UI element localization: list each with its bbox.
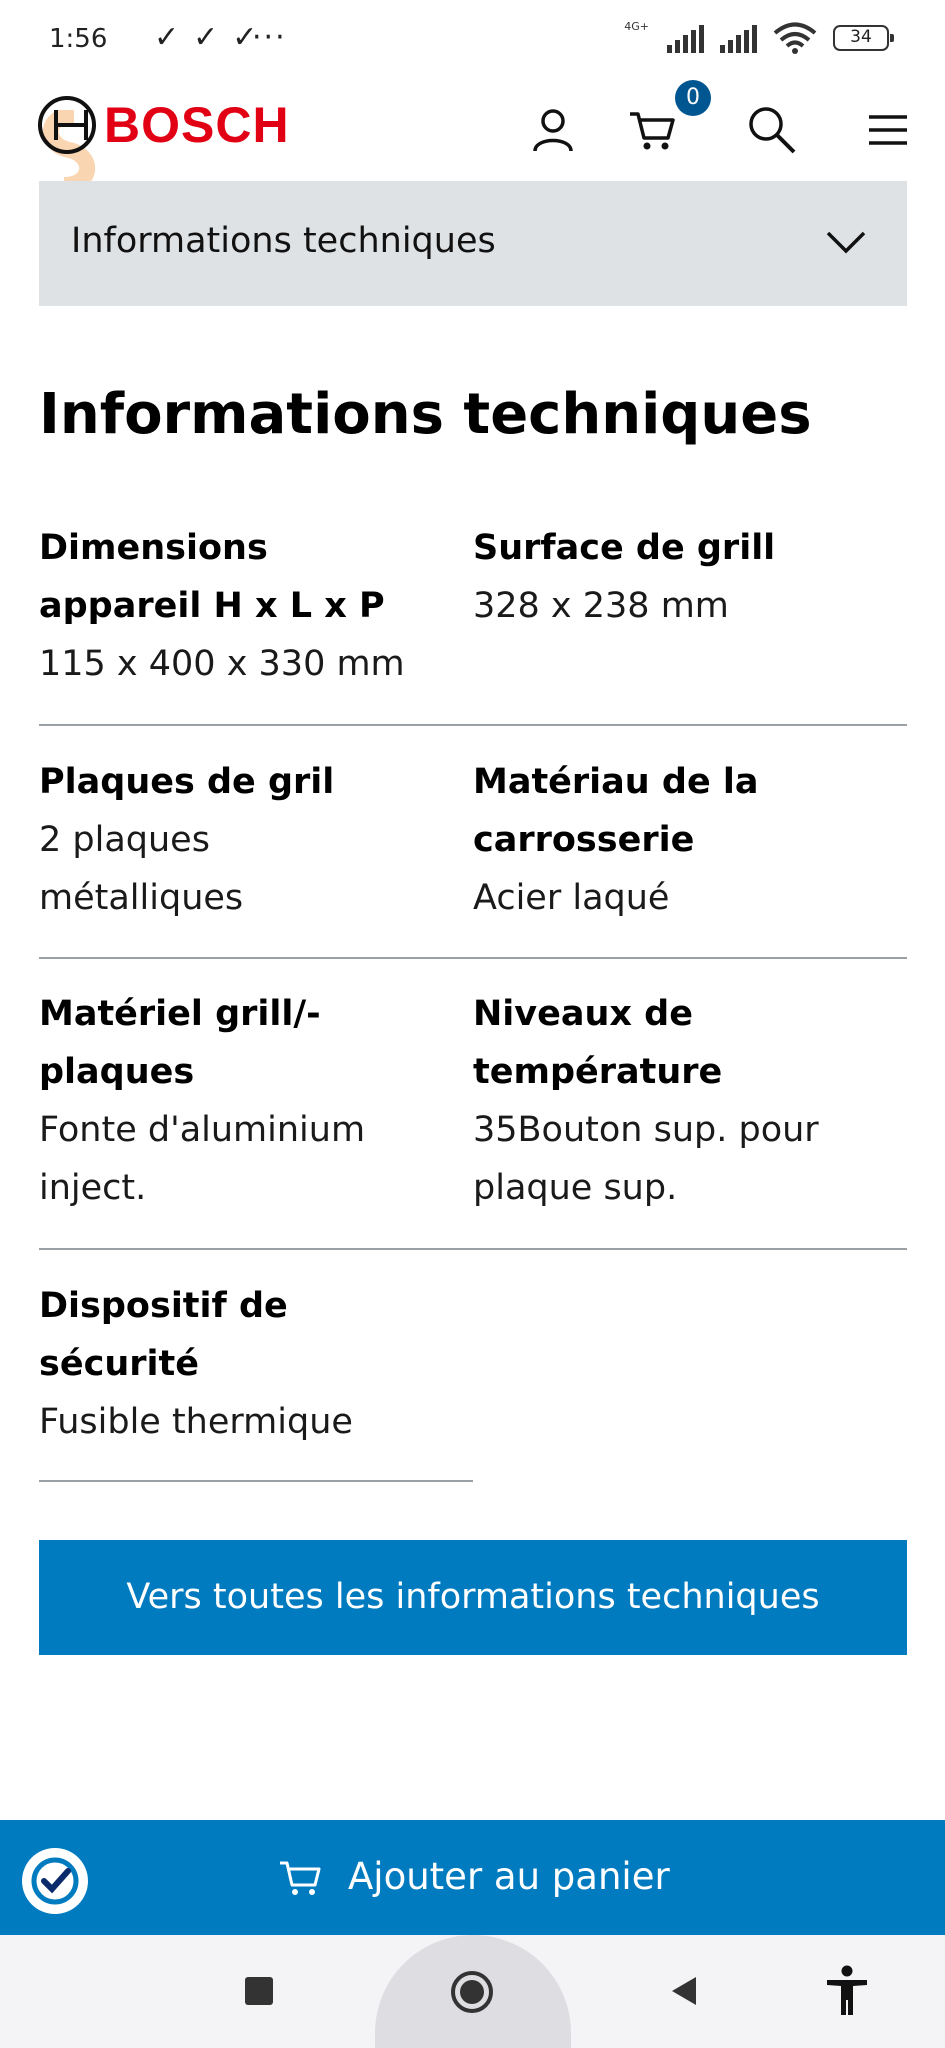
section-title: Informations techniques — [39, 382, 812, 447]
divider — [39, 1248, 907, 1250]
spec-label: Plaques de gril — [39, 762, 335, 802]
spec-item: Matériel grill/-plaques Fonte d'aluminiu… — [39, 985, 439, 1217]
spec-label: Matériau de la carrosserie — [473, 762, 759, 860]
more-notifications-icon: ··· — [252, 20, 287, 55]
spec-item: Matériau de la carrosserie Acier laqué — [473, 753, 813, 927]
wifi-icon — [773, 22, 817, 54]
spec-value: 2 plaques métalliques — [39, 820, 244, 918]
sticky-add-to-cart-bar[interactable]: Ajouter au panier — [0, 1820, 945, 1935]
notification-icons: ✓ ✓ ✓ — [154, 20, 257, 55]
divider — [39, 1480, 473, 1482]
accessibility-icon[interactable] — [824, 1965, 870, 2017]
add-to-cart-label: Ajouter au panier — [348, 1855, 670, 1898]
battery-icon: 34 — [833, 25, 894, 51]
cart-icon[interactable] — [622, 100, 682, 160]
spec-value: 115 x 400 x 330 mm — [39, 644, 405, 684]
status-time: 1:56 — [49, 24, 108, 54]
bosch-logo[interactable]: BOSCH — [38, 96, 290, 154]
check-icon: ✓ — [193, 20, 219, 55]
spec-value: Fonte d'aluminium inject. — [39, 1110, 366, 1208]
shield-check-icon[interactable] — [22, 1848, 88, 1914]
spec-label: Dispositif de sécurité — [39, 1286, 288, 1384]
spec-value: Fusible thermique — [39, 1402, 353, 1442]
signal-icon-2 — [720, 23, 757, 53]
network-type-label: 4G+ — [624, 19, 649, 33]
tech-info-accordion[interactable]: Informations techniques — [39, 181, 907, 306]
search-icon[interactable] — [742, 100, 802, 160]
back-icon[interactable] — [668, 1975, 700, 2007]
all-tech-info-button[interactable]: Vers toutes les informations techniques — [39, 1540, 907, 1655]
chevron-down-icon — [826, 231, 866, 254]
divider — [39, 957, 907, 959]
cart-count-badge: 0 — [675, 80, 711, 116]
accordion-title: Informations techniques — [71, 221, 496, 261]
check-icon: ✓ — [154, 20, 180, 55]
spec-value: 328 x 238 mm — [473, 586, 729, 626]
spec-item: Plaques de gril 2 plaques métalliques — [39, 753, 379, 927]
bosch-armature-icon — [38, 96, 96, 154]
divider — [39, 724, 907, 726]
spec-label: Surface de grill — [473, 528, 776, 568]
home-icon[interactable] — [450, 1970, 494, 2014]
system-nav-bar — [0, 1935, 945, 2048]
cart-icon — [280, 1861, 321, 1895]
spec-value: 35Bouton sup. pour plaque sup. — [473, 1110, 819, 1208]
signal-icon — [667, 23, 704, 53]
spec-item: Dispositif de sécurité Fusible thermique — [39, 1277, 439, 1451]
recents-icon[interactable] — [244, 1976, 274, 2006]
spec-item: Surface de grill 328 x 238 mm — [473, 519, 893, 635]
status-bar: 1:56 ✓ ✓ ✓ ··· 4G+ 34 — [0, 0, 945, 80]
status-indicators: 4G+ 34 — [624, 19, 894, 54]
spec-label: Niveaux de température — [473, 994, 723, 1092]
user-icon[interactable] — [523, 100, 583, 160]
spec-label: Dimensions appareil H x L x P — [39, 528, 385, 626]
spec-value: Acier laqué — [473, 878, 670, 918]
spec-item: Niveaux de température 35Bouton sup. pou… — [473, 985, 883, 1217]
menu-icon[interactable] — [858, 100, 918, 160]
site-header: BOSCH — [0, 80, 945, 193]
brand-name: BOSCH — [104, 97, 290, 153]
spec-label: Matériel grill/-plaques — [39, 994, 321, 1092]
spec-item: Dimensions appareil H x L x P 115 x 400 … — [39, 519, 439, 693]
